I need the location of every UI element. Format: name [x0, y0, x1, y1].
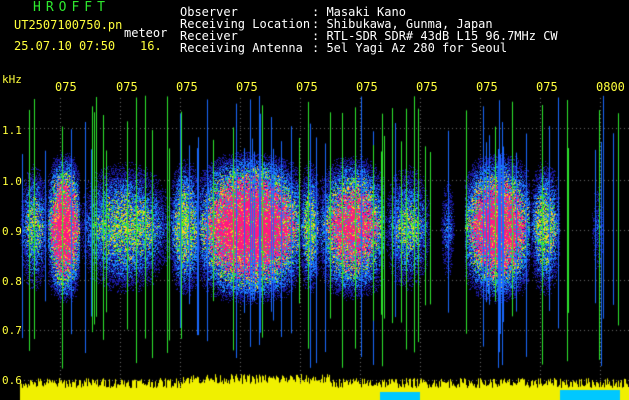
x-tick: 075: [55, 80, 77, 94]
x-tick: 075: [176, 80, 198, 94]
antenna-value: : 5el Yagi Az 280 for Seoul: [312, 41, 508, 55]
y-tick: 0.6: [2, 374, 22, 387]
x-tick: 075: [116, 80, 138, 94]
y-tick: 1.1: [2, 124, 22, 137]
x-tick: 075: [476, 80, 498, 94]
app-title: HROFFT: [33, 0, 110, 15]
date-time: 25.07.10 07:50: [14, 39, 116, 53]
x-tick: 075: [296, 80, 318, 94]
x-tick: 0800: [596, 80, 625, 94]
file-name: UT2507100750.pn: [14, 18, 123, 32]
meteor-label: meteor: [124, 26, 168, 40]
y-tick: 1.0: [2, 175, 22, 188]
y-tick: 0.8: [2, 275, 22, 288]
unit-label: kHz: [2, 73, 22, 86]
count-number: 16.: [140, 39, 162, 53]
x-tick: 075: [416, 80, 438, 94]
spectrogram-canvas: [0, 0, 629, 400]
x-tick: 075: [356, 80, 378, 94]
y-tick: 0.7: [2, 324, 22, 337]
x-tick: 075: [236, 80, 258, 94]
antenna-label: Receiving Antenna: [180, 41, 303, 55]
y-tick: 0.9: [2, 225, 22, 238]
x-tick: 075: [536, 80, 558, 94]
